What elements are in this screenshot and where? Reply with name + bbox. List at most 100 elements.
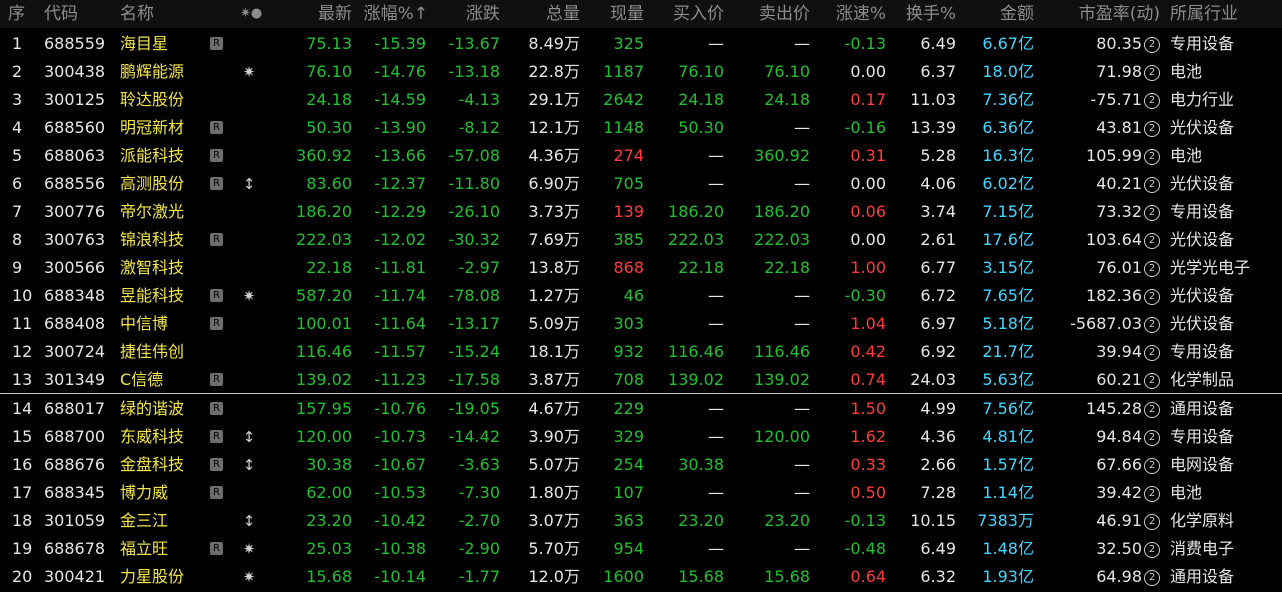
stock-name[interactable]: 高测股份 — [120, 170, 206, 198]
stock-code: 688559 — [44, 34, 106, 53]
col-header-code[interactable]: 代码 — [44, 0, 104, 28]
stock-name[interactable]: 鹏辉能源 — [120, 58, 206, 86]
stock-name[interactable]: 力星股份 — [120, 563, 206, 591]
change-pct: -10.73 — [374, 427, 426, 446]
industry[interactable]: 专用设备 — [1170, 30, 1280, 58]
col-header-change-pct[interactable]: 涨幅%↑ — [352, 0, 428, 28]
table-row[interactable]: 2 300438 鹏辉能源 ✷ 76.10 -14.76 -13.18 22.8万 1187 76… — [0, 58, 1282, 86]
stock-name[interactable]: 博力威 — [120, 479, 206, 507]
stock-name[interactable]: 海目星 — [120, 30, 206, 58]
stock-code: 300125 — [44, 90, 106, 109]
pe-value: 71.98 — [1096, 62, 1142, 81]
table-row[interactable]: 7 300776 帝尔激光 186.20 -12.29 -26.10 3.73万 139 186… — [0, 198, 1282, 226]
stock-name[interactable]: 昱能科技 — [120, 282, 206, 310]
r-badge-icon: R — [210, 479, 226, 507]
total-volume: 1.80万 — [528, 483, 580, 502]
table-row[interactable]: 5 688063 派能科技 R 360.92 -13.66 -57.08 4.36万 274 — 3… — [0, 142, 1282, 170]
change-pct: -10.67 — [374, 455, 426, 474]
industry[interactable]: 光伏设备 — [1170, 282, 1280, 310]
industry[interactable]: 光伏设备 — [1170, 114, 1280, 142]
stock-name[interactable]: 激智科技 — [120, 254, 206, 282]
industry[interactable]: 光伏设备 — [1170, 310, 1280, 338]
industry[interactable]: 电力行业 — [1170, 86, 1280, 114]
table-row[interactable]: 11 688408 中信博 R 100.01 -11.64 -13.17 5.09万 303 — —… — [0, 310, 1282, 338]
stock-name[interactable]: 绿的谐波 — [120, 395, 206, 423]
col-header-bid[interactable]: 买入价 — [646, 0, 724, 28]
industry[interactable]: 电池 — [1170, 479, 1280, 507]
stock-code: 688676 — [44, 455, 106, 474]
industry[interactable]: 化学原料 — [1170, 507, 1280, 535]
industry[interactable]: 电池 — [1170, 142, 1280, 170]
table-row[interactable]: 20 300421 力星股份 ✷ 15.68 -10.14 -1.77 12.0万 1600 15… — [0, 563, 1282, 591]
bid-price: — — [708, 427, 724, 446]
turnover-pct: 2.66 — [920, 455, 956, 474]
industry[interactable]: 消费电子 — [1170, 535, 1280, 563]
updown-arrow-icon: ↕ — [242, 428, 256, 446]
table-row[interactable]: 13 301349 C信德 R 139.02 -11.23 -17.58 3.87万 708 13… — [0, 366, 1282, 394]
speed-pct: 0.06 — [850, 202, 886, 221]
total-volume: 3.73万 — [528, 202, 580, 221]
table-row[interactable]: 1 688559 海目星 R 75.13 -15.39 -13.67 8.49万 325 — — -0… — [0, 30, 1282, 58]
col-header-turnover[interactable]: 换手% — [890, 0, 956, 28]
col-header-current-volume[interactable]: 现量 — [580, 0, 644, 28]
table-row[interactable]: 19 688678 福立旺 R ✷ 25.03 -10.38 -2.90 5.70万 954 — — -… — [0, 535, 1282, 563]
col-header-industry[interactable]: 所属行业 — [1170, 0, 1280, 28]
amount: 7.15亿 — [960, 198, 1034, 226]
table-row[interactable]: 3 300125 聆达股份 24.18 -14.59 -4.13 29.1万 2642 24.1… — [0, 86, 1282, 114]
speed-pct: 0.17 — [850, 90, 886, 109]
stock-name[interactable]: 派能科技 — [120, 142, 206, 170]
pe-ratio: 40.21 2 — [1040, 170, 1160, 198]
industry[interactable]: 通用设备 — [1170, 563, 1280, 591]
table-row[interactable]: 4 688560 明冠新材 R 50.30 -13.90 -8.12 12.1万 1148 50.… — [0, 114, 1282, 142]
col-header-marks[interactable]: ✷● — [240, 0, 274, 28]
stock-name[interactable]: 金盘科技 — [120, 451, 206, 479]
col-header-name[interactable]: 名称 — [120, 0, 180, 28]
table-row[interactable]: 9 300566 激智科技 22.18 -11.81 -2.97 13.8万 868 22.18… — [0, 254, 1282, 282]
col-header-seq[interactable]: 序 — [8, 0, 30, 28]
table-row[interactable]: 16 688676 金盘科技 R ↕ 30.38 -10.67 -3.63 5.07万 254 30… — [0, 451, 1282, 479]
industry[interactable]: 光伏设备 — [1170, 170, 1280, 198]
table-row[interactable]: 12 300724 捷佳伟创 116.46 -11.57 -15.24 18.1万 932 11… — [0, 338, 1282, 366]
industry[interactable]: 专用设备 — [1170, 423, 1280, 451]
table-row[interactable]: 14 688017 绿的谐波 R 157.95 -10.76 -19.05 4.67万 229 —… — [0, 395, 1282, 423]
industry[interactable]: 专用设备 — [1170, 198, 1280, 226]
industry[interactable]: 化学制品 — [1170, 366, 1280, 394]
col-header-amount[interactable]: 金额 — [960, 0, 1034, 28]
latest-price: 83.60 — [306, 174, 352, 193]
change-pct: -12.29 — [374, 202, 426, 221]
industry[interactable]: 通用设备 — [1170, 395, 1280, 423]
total-volume: 4.36万 — [528, 146, 580, 165]
industry[interactable]: 光学光电子 — [1170, 254, 1280, 282]
pe-ratio: 43.81 2 — [1040, 114, 1160, 142]
stock-name[interactable]: 锦浪科技 — [120, 226, 206, 254]
stock-name[interactable]: 福立旺 — [120, 535, 206, 563]
table-row[interactable]: 15 688700 东威科技 R ↕ 120.00 -10.73 -14.42 3.90万 329… — [0, 423, 1282, 451]
industry[interactable]: 光伏设备 — [1170, 226, 1280, 254]
col-header-speed[interactable]: 涨速% — [814, 0, 886, 28]
stock-name[interactable]: 中信博 — [120, 310, 206, 338]
industry[interactable]: 电网设备 — [1170, 451, 1280, 479]
table-row[interactable]: 10 688348 昱能科技 R ✷ 587.20 -11.74 -78.08 1.27万 46 —… — [0, 282, 1282, 310]
industry[interactable]: 电池 — [1170, 58, 1280, 86]
col-header-volume[interactable]: 总量 — [506, 0, 580, 28]
stock-name[interactable]: 明冠新材 — [120, 114, 206, 142]
stock-name[interactable]: 捷佳伟创 — [120, 338, 206, 366]
stock-name[interactable]: 金三江 — [120, 507, 206, 535]
col-header-change[interactable]: 涨跌 — [436, 0, 500, 28]
table-row[interactable]: 6 688556 高测股份 R ↕ 83.60 -12.37 -11.80 6.90万 705 — —… — [0, 170, 1282, 198]
stock-name[interactable]: 东威科技 — [120, 423, 206, 451]
col-header-latest[interactable]: 最新 — [286, 0, 352, 28]
table-row[interactable]: 17 688345 博力威 R 62.00 -10.53 -7.30 1.80万 107 — — 0.… — [0, 479, 1282, 507]
industry[interactable]: 专用设备 — [1170, 338, 1280, 366]
col-header-pe[interactable]: 市盈率(动) — [1040, 0, 1160, 28]
stock-name[interactable]: 帝尔激光 — [120, 198, 206, 226]
r-badge-label: R — [210, 430, 223, 443]
amount-value: 6.02 — [982, 174, 1018, 193]
pe-ratio: 46.91 2 — [1040, 507, 1160, 535]
col-header-ask[interactable]: 卖出价 — [730, 0, 810, 28]
stock-name[interactable]: C信德 — [120, 366, 206, 394]
table-row[interactable]: 8 300763 锦浪科技 R 222.03 -12.02 -30.32 7.69万 385 22… — [0, 226, 1282, 254]
stock-name[interactable]: 聆达股份 — [120, 86, 206, 114]
table-row[interactable]: 18 301059 金三江 ↕ 23.20 -10.42 -2.70 3.07万 363 23.2… — [0, 507, 1282, 535]
circled-two-icon: 2 — [1144, 36, 1160, 53]
